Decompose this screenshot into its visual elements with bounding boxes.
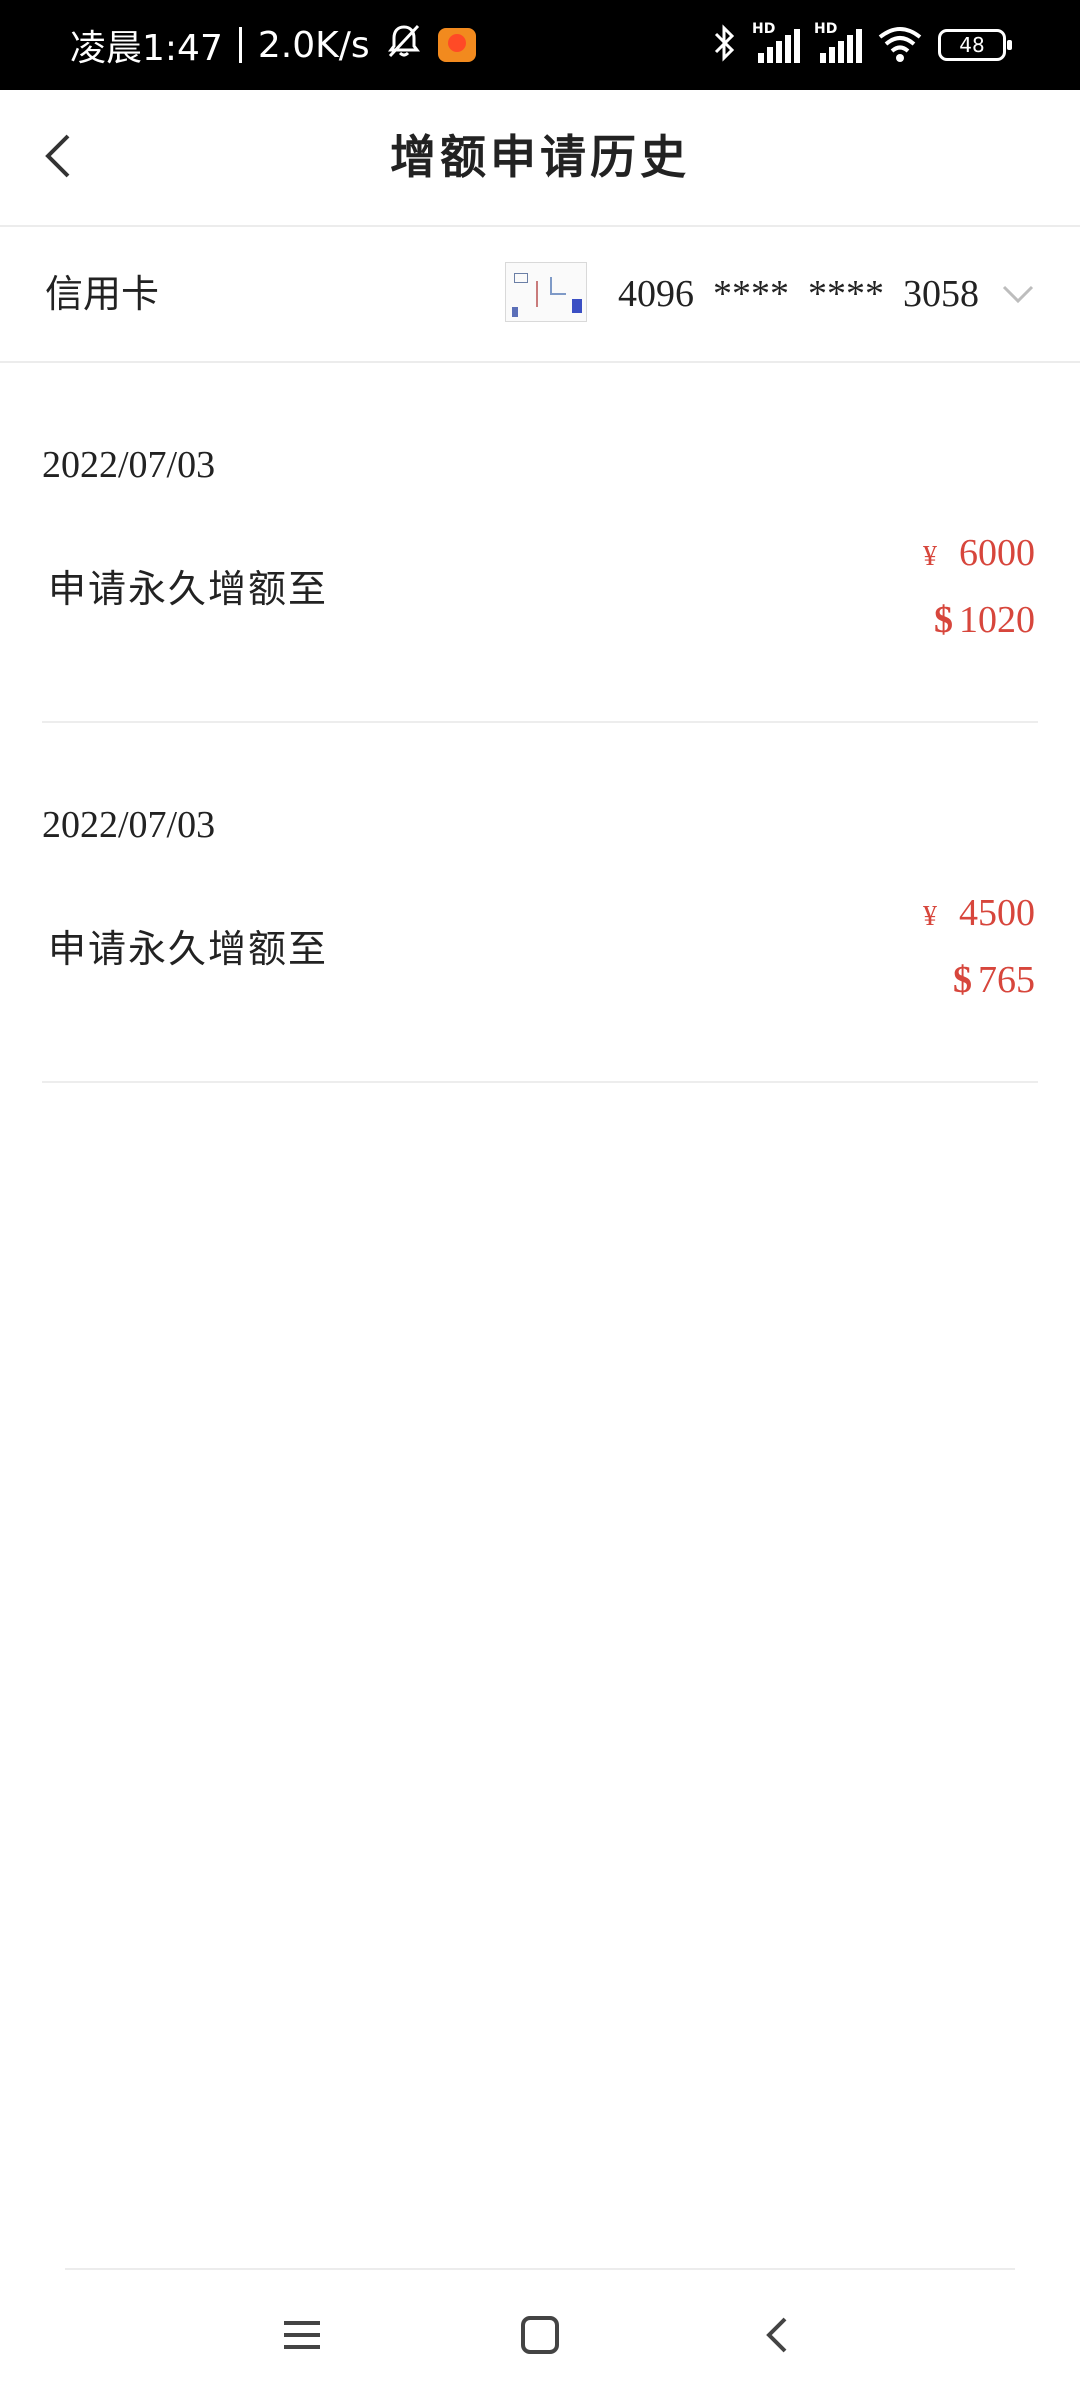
app-header: 增额申请历史 [0, 90, 1080, 225]
status-time: 凌晨1:47 [70, 28, 223, 69]
cny-symbol: ¥ [923, 541, 937, 572]
cny-symbol: ¥ [923, 901, 937, 932]
usd-symbol: $ [953, 959, 972, 1001]
record-date: 2022/07/03 [42, 804, 216, 846]
back-icon [766, 2317, 787, 2353]
card-number: 4096 **** **** 3058 [618, 273, 979, 315]
app-notification-icon [437, 28, 476, 62]
home-button[interactable] [490, 2270, 590, 2400]
status-net-speed: 2.0K/s [257, 24, 370, 66]
signal-icon: HD [752, 21, 800, 65]
status-separator [238, 27, 242, 63]
status-left: 凌晨1:47 2.0K/s [70, 0, 476, 90]
card-selector[interactable]: 信用卡 4096 **** **** 3058 [0, 227, 1080, 362]
usd-value: 765 [978, 959, 1035, 1001]
battery-icon: 48 [938, 29, 1012, 61]
cny-value: 4500 [959, 892, 1035, 934]
nav-back-button[interactable] [727, 2270, 827, 2400]
usd-symbol: $ [934, 599, 953, 641]
card-selector-label: 信用卡 [45, 272, 160, 316]
record-usd-amount: $1020 [934, 598, 1035, 642]
status-right: HD HD 48 [712, 0, 1012, 90]
card-thumbnail [505, 262, 587, 322]
usd-value: 1020 [959, 599, 1035, 641]
record-usd-amount: $765 [953, 958, 1035, 1002]
menu-button[interactable] [252, 2270, 352, 2400]
history-record: 2022/07/03 申请永久增额至 ¥6000 $1020 [0, 363, 1080, 723]
page-title: 增额申请历史 [390, 130, 690, 184]
record-description: 申请永久增额至 [48, 567, 329, 611]
system-nav-bar [0, 2270, 1080, 2400]
cny-value: 6000 [959, 532, 1035, 574]
chevron-down-icon[interactable] [998, 279, 1038, 309]
menu-icon [284, 2321, 320, 2349]
record-divider [42, 1081, 1038, 1083]
bell-off-icon [386, 23, 422, 68]
record-description: 申请永久增额至 [48, 927, 329, 971]
home-icon [521, 2316, 559, 2354]
record-date: 2022/07/03 [42, 444, 216, 486]
status-bar: 凌晨1:47 2.0K/s HD HD 48 [0, 0, 1080, 90]
history-record: 2022/07/03 申请永久增额至 ¥4500 $765 [0, 723, 1080, 1083]
signal-icon: HD [814, 21, 862, 65]
bluetooth-icon [712, 23, 738, 67]
wifi-icon [876, 23, 924, 67]
record-cny-amount: ¥6000 [923, 531, 1035, 575]
record-cny-amount: ¥4500 [923, 891, 1035, 935]
battery-level: 48 [959, 33, 985, 57]
